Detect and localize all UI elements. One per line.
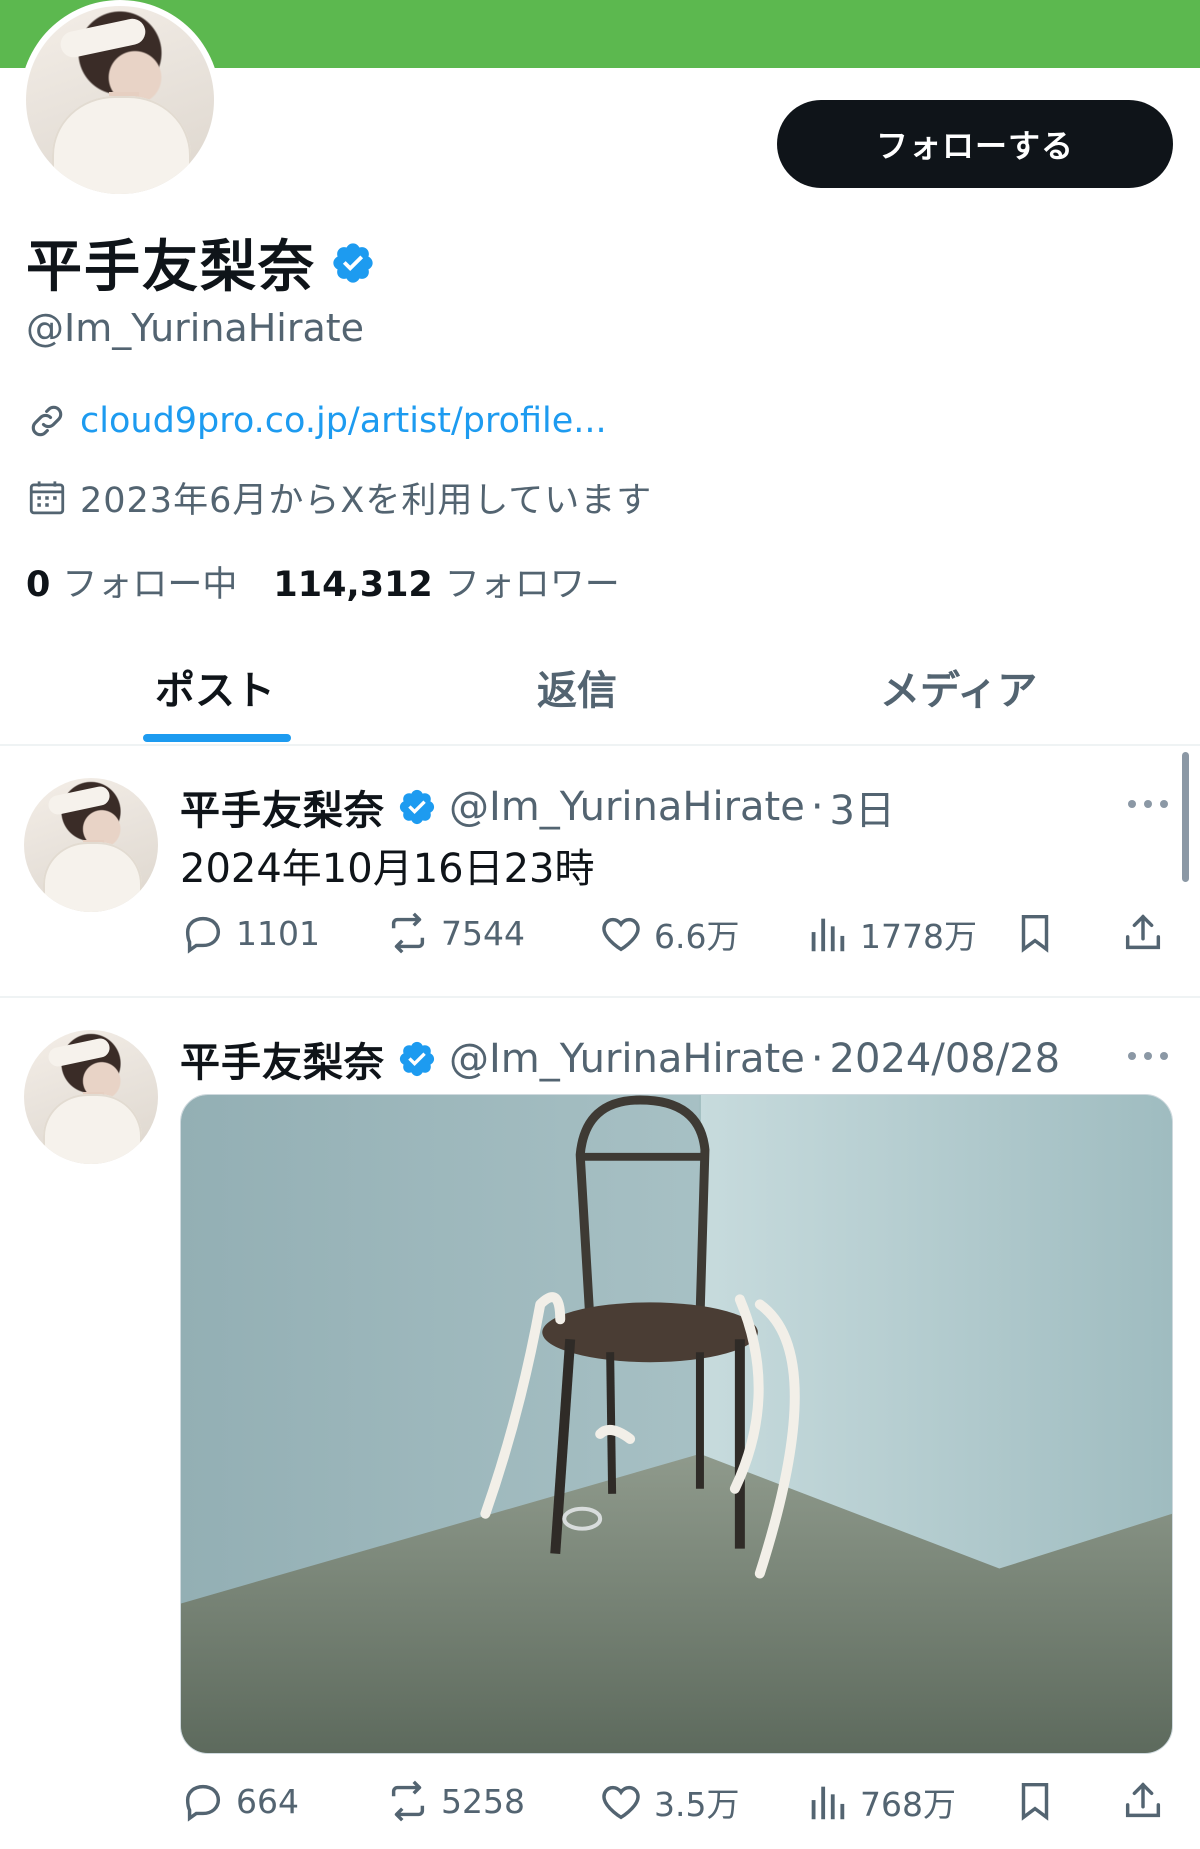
views-icon [811, 1786, 845, 1820]
like-button[interactable]: 3.5万 [598, 1778, 739, 1826]
repost-count: 5258 [441, 1781, 525, 1821]
reply-icon [185, 916, 221, 954]
share-icon [1125, 1782, 1161, 1818]
separator-dot: · [810, 784, 824, 830]
followers-label[interactable]: フォロワー [445, 556, 620, 607]
repost-icon [391, 912, 425, 954]
verified-badge-icon [399, 1041, 435, 1077]
bookmark-icon [1021, 1782, 1049, 1821]
profile-link-row[interactable]: cloud9pro.co.jp/artist/profile... [26, 400, 607, 442]
follow-button[interactable]: フォローする [777, 100, 1173, 188]
like-button[interactable]: 6.6万 [598, 910, 739, 958]
post-actions: 1101 7544 6.6万 1778万 [180, 910, 1174, 960]
post-header: 平手友梨奈 @Im_YurinaHirate · 2024/08/28 [180, 1030, 1060, 1088]
joined-row: 2023年6月からXを利用しています [26, 472, 652, 523]
bookmark-button[interactable] [1012, 1778, 1058, 1824]
share-button[interactable] [1120, 910, 1166, 956]
post-actions: 664 5258 3.5万 768万 [180, 1778, 1174, 1828]
post-timestamp[interactable]: 3日 [830, 778, 895, 836]
post-author-handle[interactable]: @Im_YurinaHirate [449, 784, 805, 830]
active-tab-indicator [143, 734, 291, 742]
reply-icon [185, 1784, 221, 1822]
profile-name: 平手友梨奈 [26, 235, 316, 300]
separator-dot: · [810, 1036, 824, 1082]
profile-avatar[interactable] [20, 0, 220, 200]
follow-stats: 0 フォロー中 114,312 フォロワー [26, 556, 656, 607]
more-options-icon[interactable] [1128, 798, 1168, 810]
following-label[interactable]: フォロー中 [62, 556, 237, 607]
post-header: 平手友梨奈 @Im_YurinaHirate · 3日 [180, 778, 895, 836]
views-count: 768万 [860, 1785, 956, 1824]
profile-name-row: 平手友梨奈 [26, 222, 376, 303]
tab-media[interactable]: メディア [880, 658, 1037, 716]
post-avatar[interactable] [24, 778, 158, 912]
post-media-image[interactable] [180, 1094, 1173, 1754]
profile-link[interactable]: cloud9pro.co.jp/artist/profile... [80, 401, 607, 441]
following-count[interactable]: 0 [26, 565, 50, 605]
bookmark-icon [1021, 914, 1049, 953]
views-count: 1778万 [860, 917, 977, 956]
followers-count[interactable]: 114,312 [273, 565, 432, 605]
repost-button[interactable]: 5258 [385, 1778, 525, 1824]
joined-text: 2023年6月からXを利用しています [80, 481, 653, 521]
bookmark-button[interactable] [1012, 910, 1058, 956]
like-count: 6.6万 [654, 917, 740, 956]
share-icon [1125, 914, 1161, 950]
reply-count: 1101 [236, 913, 320, 953]
post-author-name[interactable]: 平手友梨奈 [180, 778, 385, 836]
tab-replies[interactable]: 返信 [537, 658, 617, 716]
repost-icon [391, 1780, 425, 1822]
reply-button[interactable]: 664 [180, 1778, 299, 1824]
reply-count: 664 [236, 1781, 299, 1821]
post-item[interactable]: 平手友梨奈 @Im_YurinaHirate · 3日 2024年10月16日2… [0, 748, 1200, 998]
reply-button[interactable]: 1101 [180, 910, 320, 956]
repost-count: 7544 [441, 913, 525, 953]
more-options-icon[interactable] [1128, 1050, 1168, 1062]
verified-badge-icon [333, 242, 373, 283]
calendar-icon [29, 480, 65, 514]
verified-badge-icon [399, 789, 435, 825]
post-text: 2024年10月16日23時 [180, 846, 595, 892]
heart-icon [602, 917, 640, 952]
post-avatar[interactable] [24, 1030, 158, 1164]
views-button[interactable]: 768万 [804, 1778, 956, 1826]
post-timestamp[interactable]: 2024/08/28 [830, 1036, 1061, 1082]
post-author-name[interactable]: 平手友梨奈 [180, 1030, 385, 1088]
link-icon [31, 405, 63, 437]
tab-posts[interactable]: ポスト [155, 658, 275, 716]
like-count: 3.5万 [654, 1785, 740, 1824]
post-author-handle[interactable]: @Im_YurinaHirate [449, 1036, 805, 1082]
heart-icon [602, 1785, 640, 1820]
views-button[interactable]: 1778万 [804, 910, 977, 958]
profile-tabs: ポスト 返信 メディア [0, 636, 1200, 746]
profile-handle: @Im_YurinaHirate [26, 306, 365, 350]
repost-button[interactable]: 7544 [385, 910, 525, 956]
share-button[interactable] [1120, 1778, 1166, 1824]
views-icon [811, 918, 845, 952]
